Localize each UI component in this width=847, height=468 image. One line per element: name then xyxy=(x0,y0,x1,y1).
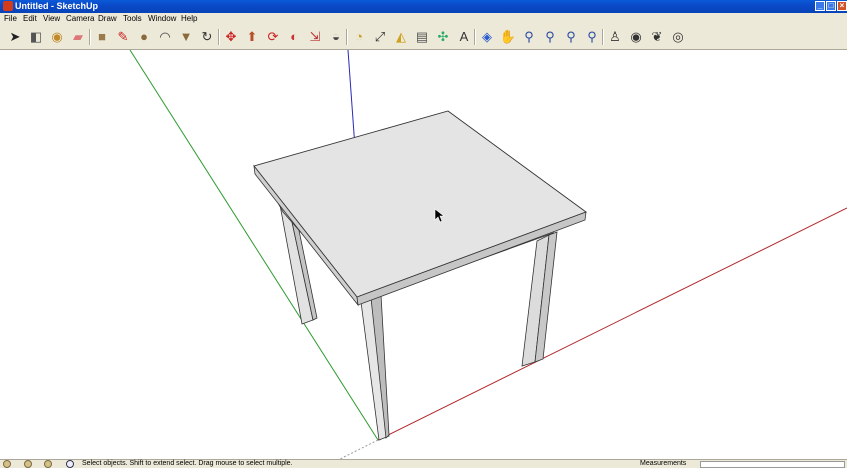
offset-icon[interactable]: ◒ xyxy=(327,28,345,46)
toolbar: ➤ ◧ ◉ ▰ ■ ✎ ● ◠ ▼ ↻ ✥ ⬆ ⟳ ◐ ⇲ ◒ ◔ ⤢ ◭ ▤ ✣ A ◈ ✋ ⚲ ⚲ ⚲ ⚲ ♙ ◉ ❦ ◎ xyxy=(0,25,847,50)
freehand-icon[interactable]: ↻ xyxy=(198,28,216,46)
menu-edit[interactable]: Edit xyxy=(23,13,37,25)
zoom-icon[interactable]: ⚲ xyxy=(520,28,538,46)
axis-dash xyxy=(339,439,379,459)
protractor-icon[interactable]: ◭ xyxy=(392,28,410,46)
menu-view[interactable]: View xyxy=(43,13,60,25)
circle-icon[interactable]: ● xyxy=(135,28,153,46)
close-button[interactable]: × xyxy=(837,1,847,11)
minimize-button[interactable]: _ xyxy=(815,1,825,11)
maximize-button[interactable]: □ xyxy=(826,1,836,11)
move-icon[interactable]: ✥ xyxy=(222,28,240,46)
zoom-window-icon[interactable]: ⚲ xyxy=(541,28,559,46)
look-around-icon[interactable]: ◉ xyxy=(627,28,645,46)
toolbar-separator xyxy=(218,29,220,45)
polygon-icon[interactable]: ▼ xyxy=(177,28,195,46)
tape-measure-icon[interactable]: ◔ xyxy=(350,28,368,46)
orbit-icon[interactable]: ◈ xyxy=(478,28,496,46)
dimension-icon[interactable]: ⤢ xyxy=(371,28,389,46)
toolbar-separator xyxy=(474,29,476,45)
scene-canvas xyxy=(129,50,847,459)
paint-bucket-icon[interactable]: ◉ xyxy=(48,28,66,46)
rotate-icon[interactable]: ⟳ xyxy=(264,28,282,46)
menu-draw[interactable]: Draw xyxy=(98,13,117,25)
scale-icon[interactable]: ⇲ xyxy=(306,28,324,46)
sketchup-app-icon xyxy=(3,1,13,11)
menu-camera[interactable]: Camera xyxy=(66,13,94,25)
axes-icon[interactable]: ✣ xyxy=(434,28,452,46)
section-plane-icon[interactable]: ◎ xyxy=(669,28,687,46)
select-icon[interactable]: ➤ xyxy=(6,28,24,46)
menu-window[interactable]: Window xyxy=(148,13,176,25)
toolbar-separator xyxy=(89,29,91,45)
eraser-icon[interactable]: ▰ xyxy=(69,28,87,46)
3d-text-icon[interactable]: A xyxy=(455,28,473,46)
rectangle-icon[interactable]: ■ xyxy=(93,28,111,46)
position-camera-icon[interactable]: ♙ xyxy=(606,28,624,46)
text-icon[interactable]: ▤ xyxy=(413,28,431,46)
toolbar-separator xyxy=(602,29,604,45)
title-bar: Untitled - SketchUp _ □ × xyxy=(0,0,847,13)
window-title: Untitled - SketchUp xyxy=(15,1,99,11)
menu-file[interactable]: File xyxy=(4,13,17,25)
walk-icon[interactable]: ❦ xyxy=(648,28,666,46)
table-leg-back-right xyxy=(521,231,558,367)
menu-bar: File Edit View Camera Draw Tools Window … xyxy=(0,13,847,25)
line-icon[interactable]: ✎ xyxy=(114,28,132,46)
pan-icon[interactable]: ✋ xyxy=(499,28,517,46)
arc-icon[interactable]: ◠ xyxy=(156,28,174,46)
previous-view-icon[interactable]: ⚲ xyxy=(583,28,601,46)
zoom-extents-icon[interactable]: ⚲ xyxy=(562,28,580,46)
table-leg-front xyxy=(360,294,390,441)
make-component-icon[interactable]: ◧ xyxy=(27,28,45,46)
push-pull-icon[interactable]: ⬆ xyxy=(243,28,261,46)
menu-help[interactable]: Help xyxy=(181,13,197,25)
follow-me-icon[interactable]: ◐ xyxy=(285,28,303,46)
modeling-viewport[interactable] xyxy=(0,50,847,459)
menu-tools[interactable]: Tools xyxy=(123,13,142,25)
toolbar-separator xyxy=(346,29,348,45)
